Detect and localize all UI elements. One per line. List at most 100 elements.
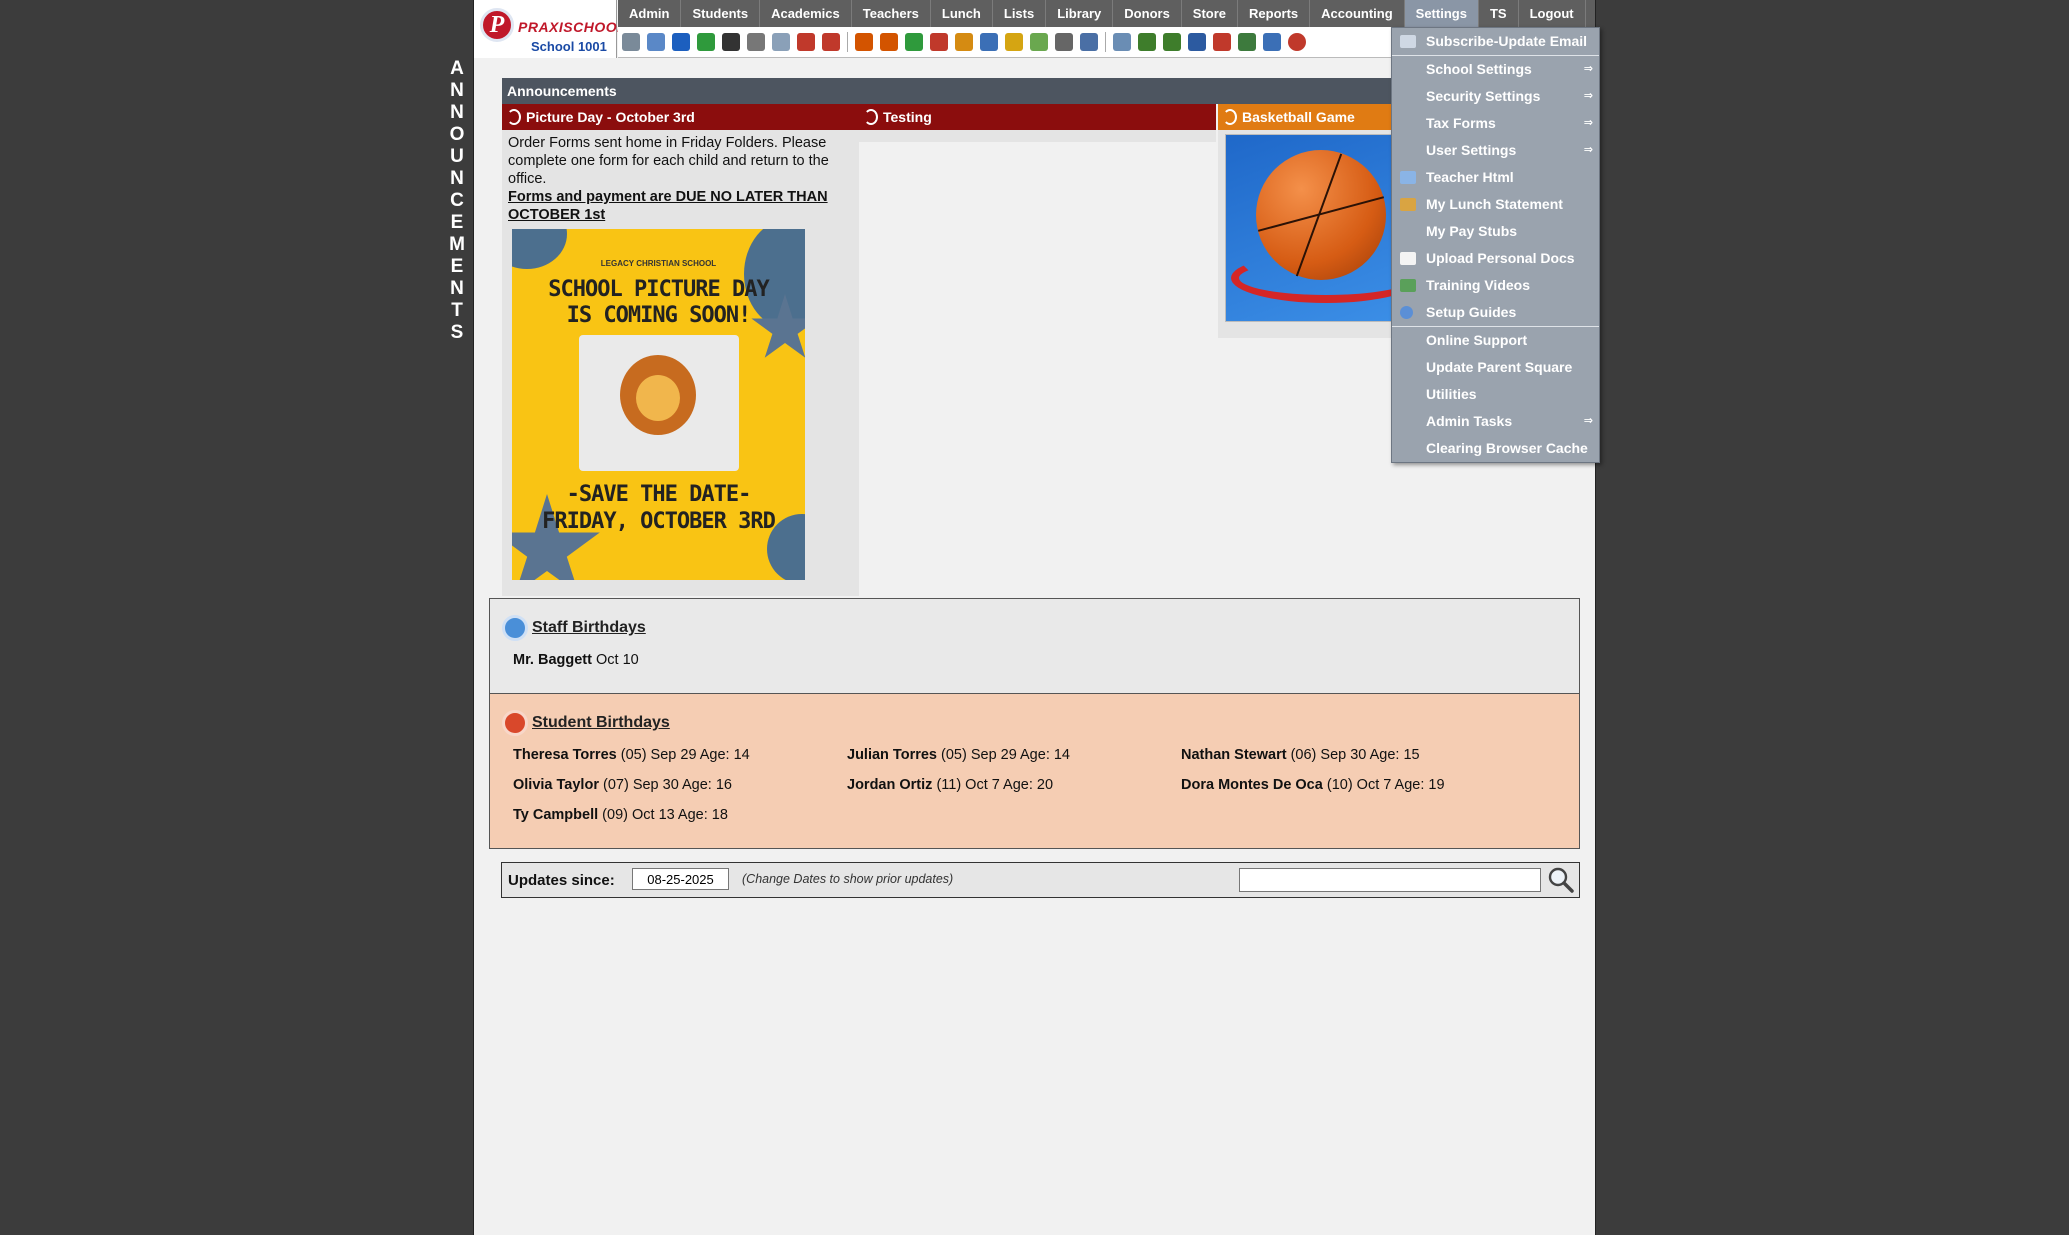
megaphone-icon[interactable] [822, 33, 840, 51]
search-input[interactable] [1239, 868, 1541, 892]
birthday-info: (07) Sep 30 Age: 16 [603, 777, 732, 793]
menu-settings[interactable]: Settings [1404, 0, 1479, 27]
menu-donors[interactable]: Donors [1113, 0, 1182, 27]
menu-store[interactable]: Store [1182, 0, 1239, 27]
user-icon[interactable] [1055, 33, 1073, 51]
settings-menu-item-training-videos[interactable]: Training Videos [1392, 272, 1599, 299]
logo[interactable]: P PRAXISCHOOL School 1001 [474, 0, 626, 58]
forward-icon[interactable] [1030, 33, 1048, 51]
birthday-info: (10) Oct 7 Age: 19 [1326, 777, 1445, 793]
birthday-name[interactable]: Julian Torres [847, 747, 937, 763]
birthday-name[interactable]: Olivia Taylor [513, 777, 599, 793]
search-icon[interactable] [1547, 866, 1575, 894]
birthday-name[interactable]: Jordan Ortiz [847, 777, 932, 793]
settings-menu-item-school-settings[interactable]: School Settings ⇒ [1392, 56, 1599, 83]
speaker-icon[interactable] [747, 33, 765, 51]
staff-birthdays-title[interactable]: Staff Birthdays [502, 615, 646, 641]
phone-icon[interactable] [722, 33, 740, 51]
settings-menu-item-my-lunch-statement[interactable]: My Lunch Statement [1392, 191, 1599, 218]
book-icon[interactable] [980, 33, 998, 51]
banner-letter: N [450, 80, 464, 101]
menu-students[interactable]: Students [681, 0, 761, 27]
announcement-title[interactable]: Testing [859, 104, 1216, 130]
settings-menu-item-online-support[interactable]: Online Support [1392, 327, 1599, 354]
birthday-name[interactable]: Dora Montes De Oca [1181, 777, 1323, 793]
menu-accounting[interactable]: Accounting [1310, 0, 1405, 27]
cake-icon [502, 710, 528, 736]
ap-icon[interactable] [1188, 33, 1206, 51]
announcement-body [859, 130, 1216, 142]
settings-menu-item-admin-tasks[interactable]: Admin Tasks ⇒ [1392, 408, 1599, 435]
printer-icon[interactable] [1163, 33, 1181, 51]
toolbar-separator [1105, 32, 1106, 52]
birthday-name[interactable]: Nathan Stewart [1181, 747, 1287, 763]
poster-save-date: -SAVE THE DATE- FRIDAY, OCTOBER 3RD [512, 481, 805, 535]
student-birthdays-title[interactable]: Student Birthdays [502, 710, 670, 736]
pencil-icon[interactable] [905, 33, 923, 51]
updates-date-input[interactable] [632, 868, 729, 890]
birthday-name[interactable]: Ty Campbell [513, 807, 598, 823]
table-icon[interactable] [1113, 33, 1131, 51]
hoop-rim [1231, 253, 1392, 303]
birthday-name[interactable]: Theresa Torres [513, 747, 617, 763]
menu-admin[interactable]: Admin [618, 0, 682, 27]
edit-icon[interactable] [1005, 33, 1023, 51]
person-icon[interactable] [855, 33, 873, 51]
help-icon[interactable] [1263, 33, 1281, 51]
settings-menu-item-subscribe-update-email[interactable]: Subscribe-Update Email [1392, 28, 1599, 55]
submenu-arrow-icon: ⇒ [1583, 117, 1593, 129]
search-icon[interactable] [622, 33, 640, 51]
person-icon[interactable] [880, 33, 898, 51]
banner-letter: A [450, 58, 464, 79]
money-icon[interactable] [1238, 33, 1256, 51]
menu-reports[interactable]: Reports [1238, 0, 1311, 27]
people-icon[interactable] [930, 33, 948, 51]
menu-teachers[interactable]: Teachers [852, 0, 931, 27]
help-icon [1400, 306, 1413, 319]
menu-library[interactable]: Library [1046, 0, 1114, 27]
settings-menu-item-update-parent-square[interactable]: Update Parent Square [1392, 354, 1599, 381]
banner-letter: M [449, 234, 465, 255]
menu-academics[interactable]: Academics [760, 0, 852, 27]
settings-menu-item-my-pay-stubs[interactable]: My Pay Stubs [1392, 218, 1599, 245]
announcement-icon [507, 109, 521, 125]
birthday-name[interactable]: Mr. Baggett [513, 652, 592, 668]
settings-menu-item-clearing-browser-cache[interactable]: Clearing Browser Cache [1392, 435, 1599, 462]
settings-menu-item-label: My Lunch Statement [1426, 196, 1563, 212]
staff-birthdays-title-text: Staff Birthdays [532, 619, 646, 636]
staff-birthdays-panel: Staff Birthdays Mr. Baggett Oct 10 [489, 598, 1580, 694]
at-icon[interactable] [672, 33, 690, 51]
calendar-icon[interactable] [797, 33, 815, 51]
birthday-entry: Theresa Torres (05) Sep 29 Age: 14 [513, 747, 750, 763]
pdf-icon[interactable] [1213, 33, 1231, 51]
settings-menu-item-label: Update Parent Square [1426, 359, 1573, 375]
birthday-entry: Nathan Stewart (06) Sep 30 Age: 15 [1181, 747, 1420, 763]
menu-logout[interactable]: Logout [1519, 0, 1586, 27]
settings-menu-item-security-settings[interactable]: Security Settings ⇒ [1392, 83, 1599, 110]
announcement-title[interactable]: Picture Day - October 3rd [502, 104, 859, 130]
announcement-icon [864, 109, 878, 125]
settings-menu-item-setup-guides[interactable]: Setup Guides [1392, 299, 1599, 326]
settings-menu-item-user-settings[interactable]: User Settings ⇒ [1392, 137, 1599, 164]
clock-icon[interactable] [1080, 33, 1098, 51]
birthday-entry: Dora Montes De Oca (10) Oct 7 Age: 19 [1181, 777, 1445, 793]
settings-menu-item-upload-personal-docs[interactable]: Upload Personal Docs [1392, 245, 1599, 272]
calendar-grid-icon[interactable] [772, 33, 790, 51]
menu-ts[interactable]: TS [1479, 0, 1519, 27]
burger-icon [1400, 198, 1416, 211]
banner-letter: T [451, 300, 463, 321]
transfer-icon[interactable] [697, 33, 715, 51]
announcement-title[interactable]: Basketball Game [1218, 104, 1393, 130]
settings-menu-item-utilities[interactable]: Utilities [1392, 381, 1599, 408]
grid-icon[interactable] [647, 33, 665, 51]
power-icon[interactable] [1288, 33, 1306, 51]
settings-menu-item-label: Tax Forms [1426, 115, 1496, 131]
settings-dropdown-menu: Subscribe-Update Email School Settings ⇒ Se… [1391, 27, 1600, 463]
settings-menu-item-tax-forms[interactable]: Tax Forms ⇒ [1392, 110, 1599, 137]
id-card-icon[interactable] [1138, 33, 1156, 51]
birthday-entry: Olivia Taylor (07) Sep 30 Age: 16 [513, 777, 732, 793]
menu-lists[interactable]: Lists [993, 0, 1047, 27]
settings-menu-item-teacher-html[interactable]: Teacher Html [1392, 164, 1599, 191]
menu-lunch[interactable]: Lunch [931, 0, 993, 27]
lunch-icon[interactable] [955, 33, 973, 51]
